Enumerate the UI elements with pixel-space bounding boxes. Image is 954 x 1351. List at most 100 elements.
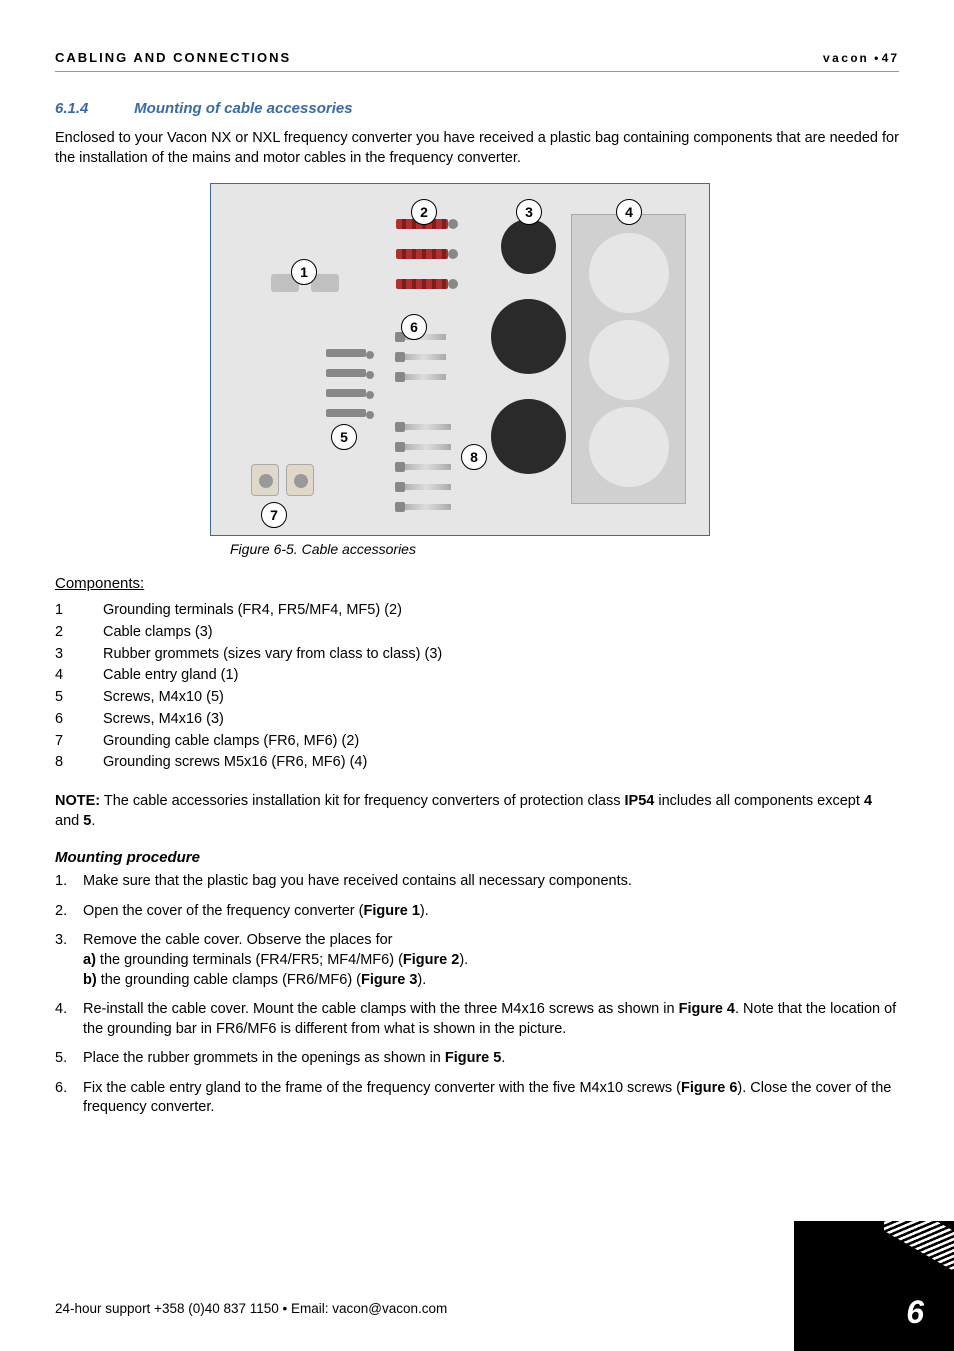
step-num: 1. — [55, 872, 67, 892]
screw — [401, 464, 451, 470]
note-bold-1: IP54 — [625, 793, 655, 809]
note-text-a: The cable accessories installation kit f… — [100, 793, 624, 809]
figure-ref: Figure 4 — [679, 1001, 735, 1017]
callout-2: 2 — [411, 199, 437, 225]
figure-ref: Figure 6 — [681, 1080, 737, 1096]
step-num: 3. — [55, 931, 67, 951]
item-text: Grounding terminals (FR4, FR5/MF4, MF5) … — [103, 602, 402, 618]
plate-hole — [589, 320, 669, 400]
rubber-grommet — [491, 399, 566, 474]
sub-end: ). — [459, 952, 468, 968]
list-item: 4. Re-install the cable cover. Mount the … — [55, 1000, 899, 1039]
figure-image: 1 2 3 4 5 6 7 8 — [210, 183, 710, 536]
list-item: 5. Place the rubber grommets in the openi… — [55, 1049, 899, 1069]
callout-3: 3 — [516, 199, 542, 225]
step-text: Make sure that the plastic bag you have … — [83, 873, 632, 889]
note-bold-2: 4 — [864, 793, 872, 809]
note-label: NOTE: — [55, 793, 100, 809]
item-num: 2 — [55, 622, 103, 644]
section-title-text: Mounting of cable accessories — [134, 100, 352, 117]
plate-hole — [589, 233, 669, 313]
sub-label: a) — [83, 952, 96, 968]
figure-ref: Figure 2 — [403, 952, 459, 968]
item-num: 6 — [55, 709, 103, 731]
grounding-cable-clamp — [286, 464, 314, 496]
procedure-list: 1. Make sure that the plastic bag you hav… — [55, 872, 899, 1118]
step-text-b: ). — [420, 903, 429, 919]
substep-b: b) the grounding cable clamps (FR6/MF6) … — [83, 971, 899, 991]
list-item: 1. Make sure that the plastic bag you hav… — [55, 872, 899, 892]
list-item: 4Cable entry gland (1) — [55, 665, 899, 687]
step-num: 5. — [55, 1049, 67, 1069]
callout-6: 6 — [401, 314, 427, 340]
sub-text: the grounding terminals (FR4/FR5; MF4/MF… — [96, 952, 403, 968]
note-text-d: . — [91, 813, 95, 829]
item-num: 7 — [55, 731, 103, 753]
callout-8: 8 — [461, 444, 487, 470]
small-clamp — [326, 409, 366, 417]
sub-label: b) — [83, 972, 97, 988]
small-clamp — [326, 389, 366, 397]
note-paragraph: NOTE: The cable accessories installation… — [55, 792, 899, 831]
item-text: Grounding screws M5x16 (FR6, MF6) (4) — [103, 754, 367, 770]
item-num: 1 — [55, 600, 103, 622]
item-text: Cable clamps (3) — [103, 624, 213, 640]
screw — [401, 354, 446, 360]
item-num: 4 — [55, 665, 103, 687]
item-text: Cable entry gland (1) — [103, 667, 238, 683]
step-text: Fix the cable entry gland to the frame o… — [83, 1080, 681, 1096]
screw — [401, 504, 451, 510]
components-heading: Components: — [55, 575, 899, 592]
screw — [401, 444, 451, 450]
callout-4: 4 — [616, 199, 642, 225]
callout-7: 7 — [261, 502, 287, 528]
section-heading: 6.1.4 Mounting of cable accessories — [55, 100, 899, 117]
callout-5: 5 — [331, 424, 357, 450]
list-item: 2Cable clamps (3) — [55, 622, 899, 644]
small-clamp — [326, 369, 366, 377]
components-list: 1Grounding terminals (FR4, FR5/MF4, MF5)… — [55, 600, 899, 774]
callout-1: 1 — [291, 259, 317, 285]
grounding-cable-clamp — [251, 464, 279, 496]
item-text: Rubber grommets (sizes vary from class t… — [103, 646, 442, 662]
section-number: 6.1.4 — [55, 100, 130, 117]
list-item: 6. Fix the cable entry gland to the frame… — [55, 1079, 899, 1118]
note-text-c: and — [55, 813, 83, 829]
intro-paragraph: Enclosed to your Vacon NX or NXL frequen… — [55, 129, 899, 168]
item-num: 3 — [55, 644, 103, 666]
step-text: Re-install the cable cover. Mount the ca… — [83, 1001, 679, 1017]
figure-ref: Figure 3 — [361, 972, 417, 988]
note-text-b: includes all components except — [654, 793, 864, 809]
list-item: 3. Remove the cable cover. Observe the pl… — [55, 931, 899, 990]
figure-ref: Figure 5 — [445, 1050, 501, 1066]
plate-hole — [589, 407, 669, 487]
item-text: Screws, M4x10 (5) — [103, 689, 224, 705]
figure-caption: Figure 6-5. Cable accessories — [230, 541, 899, 557]
step-text-b: . — [501, 1050, 505, 1066]
small-clamp — [326, 349, 366, 357]
separator-dot: • — [874, 51, 882, 65]
list-item: 8Grounding screws M5x16 (FR6, MF6) (4) — [55, 752, 899, 774]
item-text: Screws, M4x16 (3) — [103, 711, 224, 727]
screw — [401, 374, 446, 380]
step-text: Remove the cable cover. Observe the plac… — [83, 932, 393, 948]
brand-name: vacon — [823, 52, 869, 66]
step-text: Place the rubber grommets in the opening… — [83, 1050, 445, 1066]
sub-text: the grounding cable clamps (FR6/MF6) ( — [97, 972, 361, 988]
step-num: 4. — [55, 1000, 67, 1020]
corner-stripes-icon — [884, 1221, 954, 1271]
list-item: 2.Open the cover of the frequency conver… — [55, 902, 899, 922]
page-corner-graphic — [794, 1221, 954, 1351]
chapter-number: 6 — [906, 1294, 924, 1331]
step-num: 6. — [55, 1079, 67, 1099]
item-num: 8 — [55, 752, 103, 774]
list-item: 7Grounding cable clamps (FR6, MF6) (2) — [55, 731, 899, 753]
cable-entry-gland-plate — [571, 214, 686, 504]
page-header: CABLING AND CONNECTIONS vacon • 47 — [55, 50, 899, 72]
sub-end: ). — [417, 972, 426, 988]
screw — [401, 484, 451, 490]
screw — [401, 424, 451, 430]
step-text: Open the cover of the frequency converte… — [83, 903, 363, 919]
rubber-grommet — [501, 219, 556, 274]
list-item: 3Rubber grommets (sizes vary from class … — [55, 644, 899, 666]
